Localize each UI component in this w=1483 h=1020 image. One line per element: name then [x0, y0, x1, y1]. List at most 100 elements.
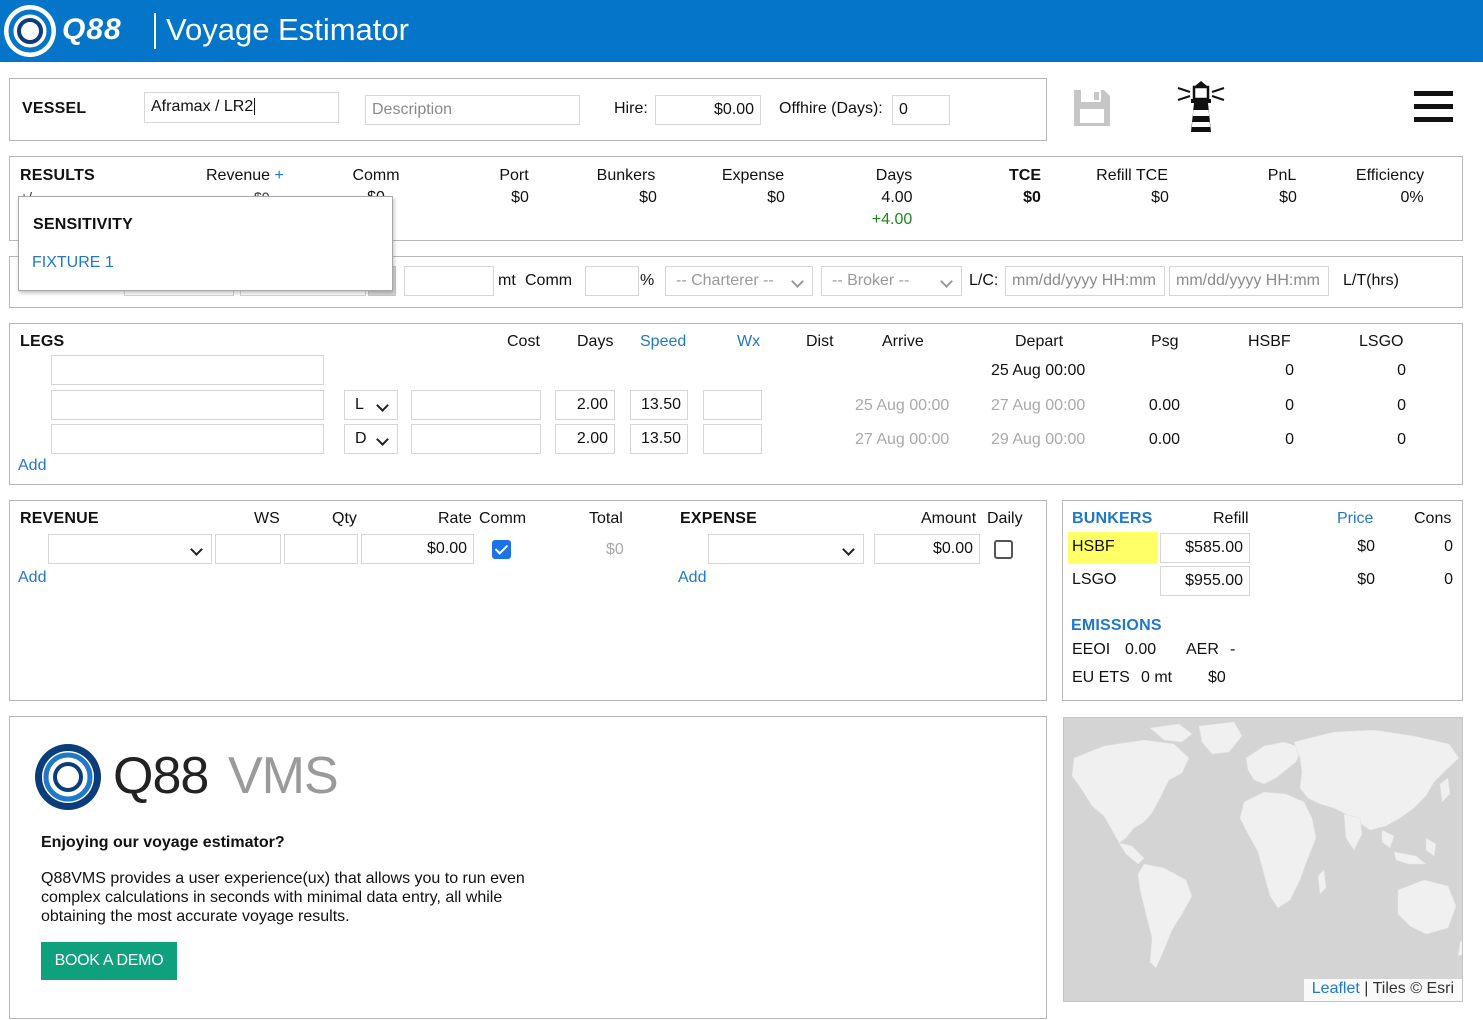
legs-label: LEGS — [20, 333, 65, 350]
revenue-ws-input[interactable] — [215, 534, 281, 564]
laycan-from-input[interactable]: mm/dd/yyyy HH:mm — [1005, 266, 1165, 296]
efficiency-header: Efficiency — [1355, 167, 1425, 184]
bunkers-header: Bunkers — [596, 167, 656, 184]
leg-psg: 0.00 — [1148, 397, 1180, 414]
broker-placeholder: -- Broker -- — [832, 272, 910, 289]
leg-port-input[interactable] — [51, 390, 324, 420]
cargo-qty-input[interactable] — [404, 266, 494, 296]
tiles-attribution: | Tiles © Esri — [1364, 980, 1454, 997]
leg-cost-input[interactable] — [411, 390, 541, 420]
book-demo-button[interactable]: BOOK A DEMO — [41, 942, 177, 980]
leg-wx-input[interactable] — [703, 424, 762, 454]
euets-label: EU ETS — [1072, 669, 1130, 686]
comm-header: Comm — [352, 167, 400, 184]
revenue-label: Revenue — [206, 167, 271, 184]
laycan-to-placeholder: mm/dd/yyyy HH:mm — [1176, 272, 1320, 289]
hamburger-menu-icon[interactable] — [1414, 91, 1453, 123]
revenue-qty-header: Qty — [332, 510, 357, 527]
broker-select[interactable]: -- Broker -- — [821, 266, 962, 296]
refill-tce-value: $0 — [1151, 189, 1169, 206]
leg-type-select[interactable]: D — [344, 424, 398, 454]
laycan-from-placeholder: mm/dd/yyyy HH:mm — [1012, 272, 1156, 289]
legs-wx-header[interactable]: Wx — [737, 333, 760, 351]
laycan-to-input[interactable]: mm/dd/yyyy HH:mm — [1169, 266, 1329, 296]
days-delta: +4.00 — [871, 211, 913, 228]
legs-hsbf-header: HSBF — [1248, 333, 1291, 350]
revenue-comm-checkbox[interactable] — [492, 540, 511, 559]
leg-days-input[interactable]: 2.00 — [555, 424, 615, 454]
eeoi-value: 0.00 — [1125, 641, 1157, 658]
leg-speed-input[interactable]: 13.50 — [630, 390, 688, 420]
leg-arrive: 27 Aug 00:00 — [855, 431, 950, 448]
results-label: RESULTS — [20, 167, 95, 184]
leg-type-select[interactable]: L — [344, 390, 398, 420]
legs-cost-header: Cost — [507, 333, 540, 350]
vessel-name-input[interactable]: Aframax / LR2 — [144, 92, 339, 123]
revenue-add-link[interactable]: Add — [18, 569, 46, 587]
comm-percent: % — [640, 272, 655, 289]
leg-start-hsbf: 0 — [1285, 362, 1294, 379]
bunker-cons: 0 — [1444, 538, 1453, 555]
promo-heading: Enjoying our voyage estimator? — [41, 834, 285, 851]
revenue-plus-icon[interactable]: + — [275, 167, 284, 184]
promo-logo-vms: VMS — [228, 747, 339, 805]
revenue-rate-input[interactable]: $0.00 — [361, 534, 474, 564]
hire-input[interactable]: $0.00 — [655, 95, 761, 125]
cargo-comm-label: Comm — [525, 272, 573, 289]
cargo-comm-input[interactable] — [585, 266, 639, 296]
aer-value: - — [1230, 641, 1236, 658]
promo-body: Q88VMS provides a user experience(ux) th… — [41, 870, 525, 925]
revenue-cargo-select[interactable] — [48, 534, 212, 564]
save-icon[interactable] — [1072, 88, 1112, 128]
expense-type-select[interactable] — [708, 534, 864, 564]
leg-type-value: D — [355, 430, 367, 447]
brand-text: Q88 — [62, 13, 122, 46]
days-value: 4.00 — [881, 189, 913, 206]
leg-wx-input[interactable] — [703, 390, 762, 420]
emissions-label[interactable]: EMISSIONS — [1071, 617, 1162, 635]
bunker-refill-input[interactable]: $955.00 — [1160, 566, 1250, 596]
leg-cost-input[interactable] — [411, 424, 541, 454]
leg-lsgo: 0 — [1397, 397, 1406, 414]
leg-port-input[interactable] — [51, 424, 324, 454]
offhire-input[interactable]: 0 — [892, 95, 950, 125]
legs-arrive-header: Arrive — [882, 333, 924, 350]
bunker-price: $0 — [1357, 538, 1375, 555]
leg-type-value: L — [355, 396, 364, 413]
leg-speed-input[interactable]: 13.50 — [630, 424, 688, 454]
expense-daily-checkbox[interactable] — [994, 540, 1013, 559]
aer-label: AER — [1186, 641, 1219, 658]
bunker-refill-input[interactable]: $585.00 — [1160, 533, 1250, 563]
leg-start-port-input[interactable] — [51, 355, 324, 385]
expense-daily-header: Daily — [987, 510, 1023, 527]
leg-psg: 0.00 — [1148, 431, 1180, 448]
refill-tce-header: Refill TCE — [1096, 167, 1168, 184]
vessel-label: VESSEL — [22, 100, 87, 117]
results-revenue-header[interactable]: Revenue + — [206, 167, 284, 185]
expense-amount-input[interactable]: $0.00 — [874, 534, 980, 564]
bunkers-price-header[interactable]: Price — [1337, 510, 1373, 528]
sensitivity-item-fixture-1[interactable]: FIXTURE 1 — [32, 254, 114, 272]
leg-days-input[interactable]: 2.00 — [555, 390, 615, 420]
port-value: $0 — [511, 189, 529, 206]
bunker-name: HSBF — [1072, 538, 1115, 555]
revenue-qty-input[interactable] — [284, 534, 358, 564]
legs-add-link[interactable]: Add — [18, 457, 46, 475]
brand-divider — [154, 13, 156, 49]
lighthouse-icon[interactable] — [1176, 80, 1226, 134]
legs-speed-header[interactable]: Speed — [640, 333, 686, 351]
bunker-name: LSGO — [1072, 571, 1117, 588]
days-header: Days — [875, 167, 913, 184]
world-map-tiles — [1071, 721, 1462, 969]
bunkers-cons-header: Cons — [1414, 510, 1452, 527]
pnl-value: $0 — [1279, 189, 1297, 206]
bunkers-label[interactable]: BUNKERS — [1072, 510, 1153, 528]
expense-add-link[interactable]: Add — [678, 569, 706, 587]
revenue-label: REVENUE — [20, 510, 99, 527]
description-input[interactable]: Description — [365, 95, 580, 125]
charterer-select[interactable]: -- Charterer -- — [665, 266, 813, 296]
description-placeholder: Description — [372, 101, 453, 118]
leaflet-link[interactable]: Leaflet — [1312, 980, 1360, 997]
world-map[interactable]: Leaflet | Tiles © Esri — [1063, 717, 1463, 1002]
revenue-total-header: Total — [589, 510, 623, 527]
